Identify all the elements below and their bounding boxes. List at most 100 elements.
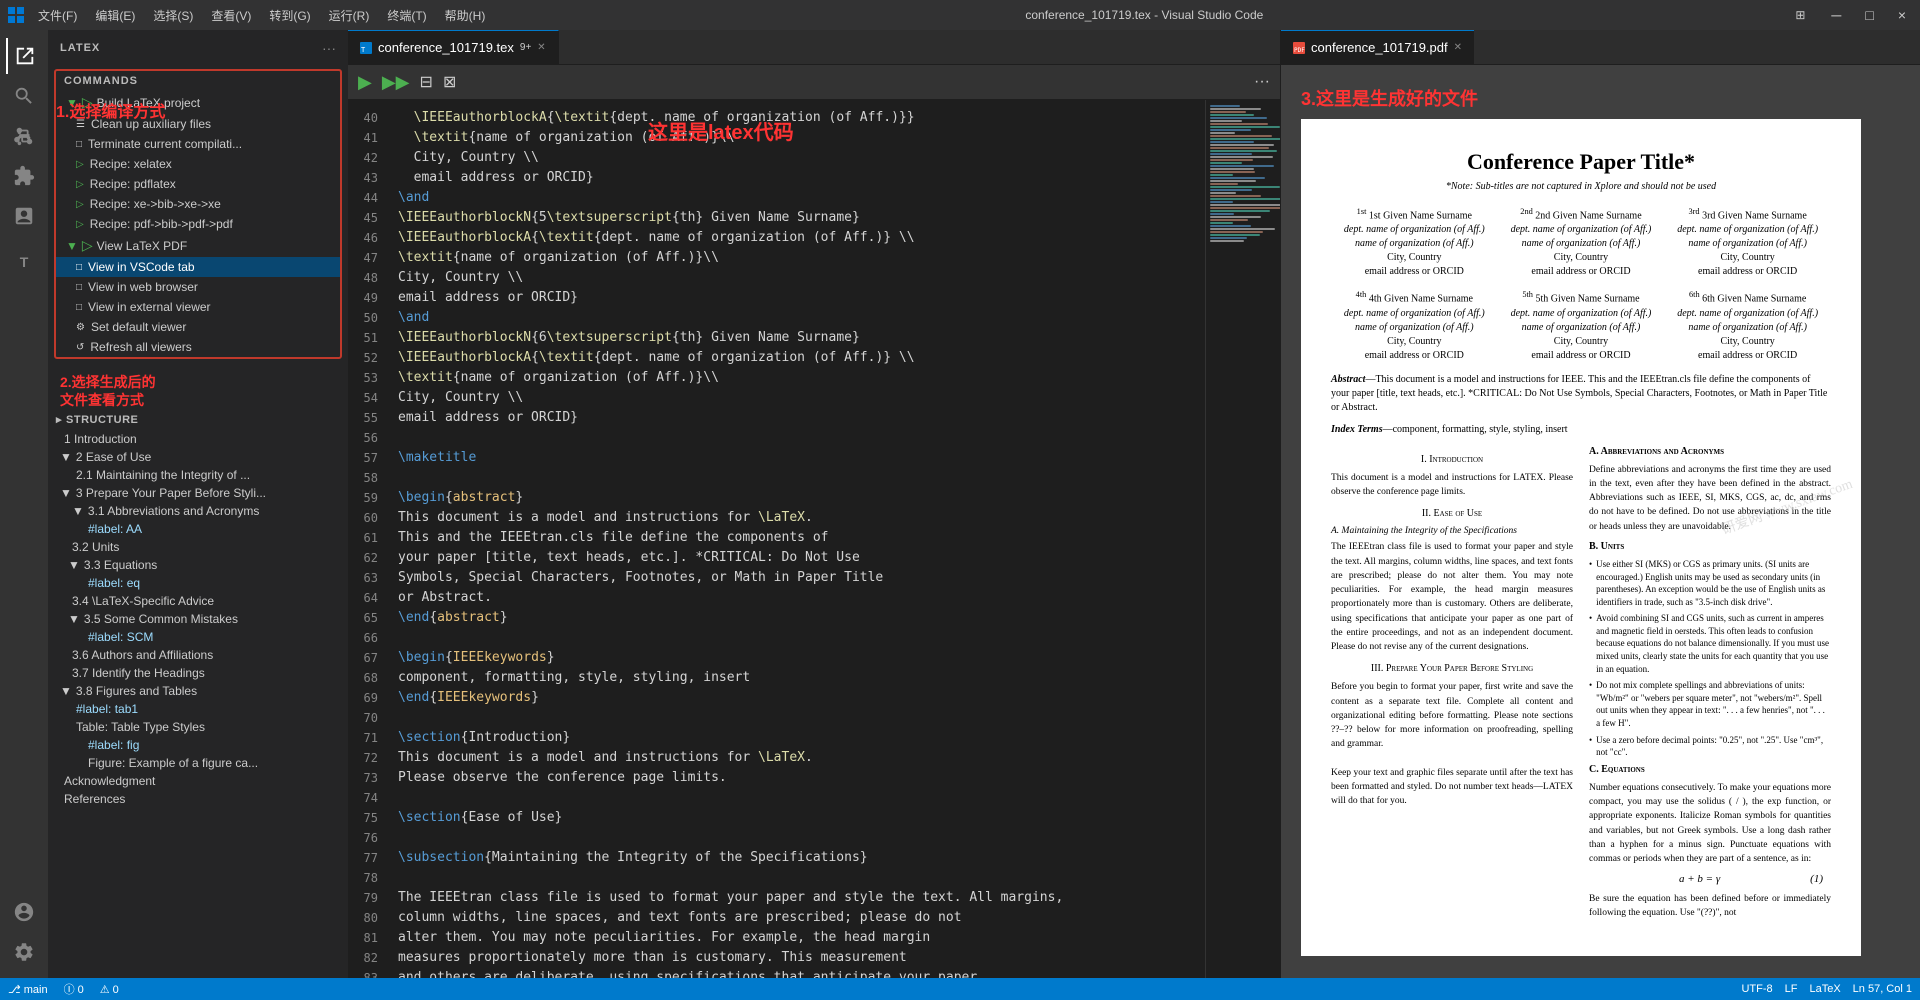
code-line-59[interactable]: \begin{abstract} bbox=[388, 488, 1205, 508]
run-all-button[interactable]: ▶▶ bbox=[382, 72, 410, 93]
code-line-83[interactable]: and others are deliberate, using specifi… bbox=[388, 968, 1205, 978]
code-line-76[interactable] bbox=[388, 828, 1205, 848]
cmd-web-browser[interactable]: □ View in web browser bbox=[56, 277, 340, 297]
tab-close-icon[interactable]: ✕ bbox=[537, 42, 545, 53]
status-line-ending[interactable]: LF bbox=[1785, 983, 1798, 995]
code-line-52[interactable]: \IEEEauthorblockA{\textit{dept. name of … bbox=[388, 348, 1205, 368]
cmd-vscode-tab[interactable]: □ View in VSCode tab bbox=[56, 257, 340, 277]
code-line-55[interactable]: email address or ORCID} bbox=[388, 408, 1205, 428]
struct-item-latex-advice[interactable]: 3.4 \LaTeX-Specific Advice bbox=[48, 592, 348, 610]
code-line-63[interactable]: Symbols, Special Characters, Footnotes, … bbox=[388, 568, 1205, 588]
code-line-40[interactable]: \IEEEauthorblockA{\textit{dept. name of … bbox=[388, 108, 1205, 128]
code-line-65[interactable]: \end{abstract} bbox=[388, 608, 1205, 628]
maximize-button[interactable]: □ bbox=[1859, 5, 1879, 25]
code-line-80[interactable]: column widths, line spaces, and text fon… bbox=[388, 908, 1205, 928]
code-line-69[interactable]: \end{IEEEkeywords} bbox=[388, 688, 1205, 708]
menu-edit[interactable]: 编辑(E) bbox=[87, 5, 143, 26]
layout-icon[interactable]: ⊞ bbox=[1795, 8, 1805, 22]
code-line-70[interactable] bbox=[388, 708, 1205, 728]
close-button[interactable]: × bbox=[1892, 5, 1912, 25]
activity-search[interactable] bbox=[6, 78, 42, 114]
cmd-xelatex[interactable]: ▷ Recipe: xelatex bbox=[56, 154, 340, 174]
code-line-41[interactable]: \textit{name of organization (of Aff.)}\… bbox=[388, 128, 1205, 148]
struct-item-references[interactable]: References bbox=[48, 790, 348, 808]
status-branch[interactable]: ⎇ main bbox=[8, 983, 48, 996]
activity-extensions[interactable] bbox=[6, 158, 42, 194]
code-line-47[interactable]: \textit{name of organization (of Aff.)}\… bbox=[388, 248, 1205, 268]
code-line-42[interactable]: City, Country \\ bbox=[388, 148, 1205, 168]
code-line-71[interactable]: \section{Introduction} bbox=[388, 728, 1205, 748]
code-line-56[interactable] bbox=[388, 428, 1205, 448]
code-line-46[interactable]: \IEEEauthorblockA{\textit{dept. name of … bbox=[388, 228, 1205, 248]
code-line-81[interactable]: alter them. You may note peculiarities. … bbox=[388, 928, 1205, 948]
status-cursor-pos[interactable]: Ln 57, Col 1 bbox=[1853, 983, 1912, 995]
menu-help[interactable]: 帮助(H) bbox=[437, 5, 494, 26]
code-line-66[interactable] bbox=[388, 628, 1205, 648]
status-warnings[interactable]: ⚠ 0 bbox=[100, 983, 119, 996]
pdf-tab-close-icon[interactable]: ✕ bbox=[1454, 42, 1462, 53]
pdf-tab[interactable]: PDF conference_101719.pdf ✕ bbox=[1281, 30, 1474, 65]
cmd-refresh[interactable]: ↺ Refresh all viewers bbox=[56, 337, 340, 357]
cmd-xe-bib[interactable]: ▷ Recipe: xe->bib->xe->xe bbox=[56, 194, 340, 214]
menu-goto[interactable]: 转到(G) bbox=[261, 5, 318, 26]
split-editor-button[interactable]: ⊟ bbox=[420, 72, 433, 92]
build-group[interactable]: ▼ ▷ Build LaTeX project bbox=[56, 91, 340, 114]
code-line-61[interactable]: This and the IEEEtran.cls file define th… bbox=[388, 528, 1205, 548]
code-line-73[interactable]: Please observe the conference page limit… bbox=[388, 768, 1205, 788]
code-line-57[interactable]: \maketitle bbox=[388, 448, 1205, 468]
activity-accounts[interactable] bbox=[6, 894, 42, 930]
struct-item-acknowledgment[interactable]: Acknowledgment bbox=[48, 772, 348, 790]
minimize-button[interactable]: ─ bbox=[1825, 5, 1847, 25]
struct-item-label-scm[interactable]: #label: SCM bbox=[48, 628, 348, 646]
cmd-external-viewer[interactable]: □ View in external viewer bbox=[56, 297, 340, 317]
code-line-68[interactable]: component, formatting, style, styling, i… bbox=[388, 668, 1205, 688]
struct-item-ease[interactable]: ▼ 2 Ease of Use bbox=[48, 448, 348, 466]
view-group[interactable]: ▼ ▷ View LaTeX PDF bbox=[56, 234, 340, 257]
code-line-74[interactable] bbox=[388, 788, 1205, 808]
code-line-54[interactable]: City, Country \\ bbox=[388, 388, 1205, 408]
struct-item-authors[interactable]: 3.6 Authors and Affiliations bbox=[48, 646, 348, 664]
code-line-49[interactable]: email address or ORCID} bbox=[388, 288, 1205, 308]
more-options-icon[interactable]: ··· bbox=[322, 40, 336, 56]
code-lines[interactable]: \IEEEauthorblockA{\textit{dept. name of … bbox=[388, 100, 1205, 978]
cmd-pdf-bib[interactable]: ▷ Recipe: pdf->bib->pdf->pdf bbox=[56, 214, 340, 234]
activity-scm[interactable] bbox=[6, 118, 42, 154]
code-line-43[interactable]: email address or ORCID} bbox=[388, 168, 1205, 188]
struct-item-label-eq[interactable]: #label: eq bbox=[48, 574, 348, 592]
code-line-58[interactable] bbox=[388, 468, 1205, 488]
struct-item-table-styles[interactable]: Table: Table Type Styles bbox=[48, 718, 348, 736]
cmd-set-viewer[interactable]: ⚙ Set default viewer bbox=[56, 317, 340, 337]
code-line-75[interactable]: \section{Ease of Use} bbox=[388, 808, 1205, 828]
status-errors[interactable]: Ⓘ 0 bbox=[64, 981, 84, 997]
struct-item-figures[interactable]: ▼ 3.8 Figures and Tables bbox=[48, 682, 348, 700]
editor-tab-main[interactable]: T conference_101719.tex 9+ ✕ bbox=[348, 30, 559, 65]
code-line-82[interactable]: measures proportionately more than is cu… bbox=[388, 948, 1205, 968]
code-line-79[interactable]: The IEEEtran class file is used to forma… bbox=[388, 888, 1205, 908]
code-line-53[interactable]: \textit{name of organization (of Aff.)}\… bbox=[388, 368, 1205, 388]
code-line-51[interactable]: \IEEEauthorblockN{6\textsuperscript{th} … bbox=[388, 328, 1205, 348]
code-line-50[interactable]: \and bbox=[388, 308, 1205, 328]
activity-explorer[interactable] bbox=[6, 38, 42, 74]
cmd-terminate[interactable]: □ Terminate current compilati... bbox=[56, 134, 340, 154]
struct-item-figure-example[interactable]: Figure: Example of a figure ca... bbox=[48, 754, 348, 772]
menu-terminal[interactable]: 终端(T) bbox=[379, 5, 434, 26]
code-editor[interactable]: 4041424344454647484950515253545556575859… bbox=[348, 100, 1280, 978]
cmd-pdflatex[interactable]: ▷ Recipe: pdflatex bbox=[56, 174, 340, 194]
activity-debug[interactable] bbox=[6, 198, 42, 234]
code-line-78[interactable] bbox=[388, 868, 1205, 888]
cmd-cleanup[interactable]: ☰ Clean up auxiliary files bbox=[56, 114, 340, 134]
struct-item-label-fig[interactable]: #label: fig bbox=[48, 736, 348, 754]
status-encoding[interactable]: UTF-8 bbox=[1741, 983, 1772, 995]
status-language[interactable]: LaTeX bbox=[1809, 983, 1840, 995]
struct-item-units[interactable]: 3.2 Units bbox=[48, 538, 348, 556]
struct-item-label-tab1[interactable]: #label: tab1 bbox=[48, 700, 348, 718]
run-button[interactable]: ▶ bbox=[358, 72, 372, 93]
menu-select[interactable]: 选择(S) bbox=[145, 5, 201, 26]
code-line-62[interactable]: your paper [title, text heads, etc.]. *C… bbox=[388, 548, 1205, 568]
activity-settings[interactable] bbox=[6, 934, 42, 970]
struct-item-maintaining[interactable]: 2.1 Maintaining the Integrity of ... bbox=[48, 466, 348, 484]
code-line-67[interactable]: \begin{IEEEkeywords} bbox=[388, 648, 1205, 668]
code-line-64[interactable]: or Abstract. bbox=[388, 588, 1205, 608]
menu-file[interactable]: 文件(F) bbox=[30, 5, 85, 26]
code-line-48[interactable]: City, Country \\ bbox=[388, 268, 1205, 288]
